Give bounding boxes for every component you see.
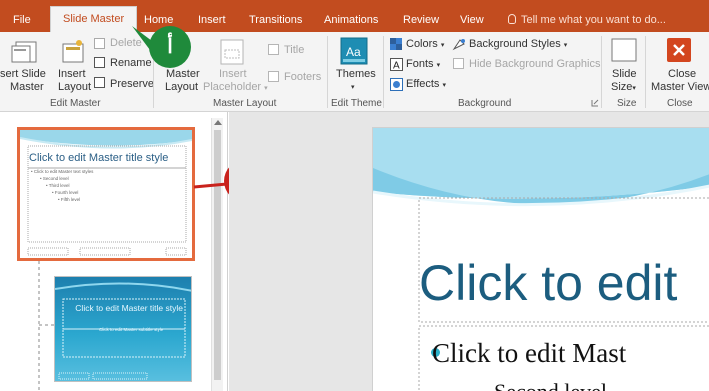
lightbulb-icon — [508, 14, 516, 24]
layout-thumbnail-subtitle: Click to edit Master subtitle style — [99, 327, 164, 332]
group-divider — [327, 36, 328, 108]
background-styles-icon — [452, 39, 465, 51]
close-master-view-icon — [667, 38, 691, 62]
group-divider — [645, 36, 646, 108]
thumbnail-text-line: • Fifth level — [58, 197, 81, 202]
background-styles-button[interactable]: Background Styles ▾ — [469, 38, 567, 52]
tab-file[interactable]: File — [13, 8, 31, 32]
delete-icon — [94, 38, 105, 49]
group-label-edit-master: Edit Master — [50, 98, 101, 109]
slide-size-icon — [611, 38, 637, 62]
tab-review[interactable]: Review — [403, 8, 439, 32]
colors-button[interactable]: Colors ▾ — [406, 38, 444, 52]
footers-checkbox-label: Footers — [284, 71, 322, 83]
tab-transitions[interactable]: Transitions — [249, 8, 302, 32]
title-checkbox[interactable] — [268, 44, 279, 55]
title-checkbox-label: Title — [284, 44, 305, 56]
themes-button[interactable]: Themes ▾ — [336, 68, 376, 94]
slide-title-placeholder[interactable]: Click to edit — [419, 254, 677, 312]
dialog-launcher-icon[interactable] — [591, 99, 599, 107]
themes-icon: Aa — [340, 37, 368, 65]
scroll-up-arrow-icon[interactable] — [214, 120, 222, 125]
layout-thumbnail-title: Click to edit Master title style — [75, 303, 183, 313]
svg-text:A: A — [393, 61, 400, 72]
slide-master-thumbnail[interactable]: Click to edit Master title style • Click… — [17, 127, 195, 261]
insert-placeholder-button[interactable]: Insert Placeholder ▾ — [203, 68, 268, 95]
thumbnail-text-line: • Third level — [46, 183, 70, 188]
close-master-view-button[interactable]: Close Master View — [651, 68, 709, 94]
slide-size-button[interactable]: Slide Size▾ — [611, 68, 636, 95]
scroll-thumb[interactable] — [214, 130, 221, 380]
insert-slide-master-button[interactable]: sert Slide Master — [0, 68, 46, 94]
hide-background-graphics-label: Hide Background Graphics — [469, 58, 601, 70]
svg-text:Aa: Aa — [346, 45, 361, 59]
thumbnail-title: Click to edit Master title style — [29, 152, 169, 164]
insert-layout-button[interactable]: Insert Layout — [58, 68, 91, 94]
effects-icon — [390, 78, 403, 91]
placeholder-outlines — [27, 145, 187, 256]
thumbnail-text-line: • Click to edit Master text styles — [31, 169, 94, 174]
thumbnail-text-line: • Second level — [40, 176, 69, 181]
tab-view[interactable]: View — [460, 8, 484, 32]
insert-layout-icon — [62, 40, 84, 63]
tab-insert[interactable]: Insert — [198, 8, 226, 32]
preserve-icon — [94, 77, 105, 88]
group-divider — [601, 36, 602, 108]
group-label-background: Background — [458, 98, 512, 109]
tell-me-text: Tell me what you want to do... — [521, 14, 666, 26]
slide-body-first-level[interactable]: Click to edit Mast — [432, 338, 626, 368]
rename-icon — [94, 57, 105, 68]
insert-slide-master-icon — [11, 41, 37, 63]
insert-placeholder-icon — [220, 39, 244, 65]
preserve-button[interactable]: Preserve — [110, 78, 154, 91]
thumbnail-text-line: • Fourth level — [52, 190, 79, 195]
group-divider — [383, 36, 384, 108]
group-label-edit-theme: Edit Theme — [331, 98, 382, 109]
footers-checkbox[interactable] — [268, 71, 279, 82]
slide-body-second-level[interactable]: Second level — [494, 380, 607, 391]
fonts-button[interactable]: Fonts ▾ — [406, 58, 440, 72]
tell-me-search[interactable]: Tell me what you want to do... — [508, 8, 666, 32]
title-layout-thumbnail[interactable]: Click to edit Master title style Click t… — [54, 276, 192, 382]
callout-badge-1: أ — [149, 26, 191, 68]
thumbnail-scrollbar[interactable] — [211, 118, 223, 391]
group-label-master-layout: Master Layout — [213, 98, 277, 109]
fonts-icon: A — [390, 58, 403, 71]
hide-background-graphics-checkbox[interactable] — [453, 58, 464, 69]
group-label-size: Size — [617, 98, 637, 109]
effects-button[interactable]: Effects ▾ — [406, 78, 446, 92]
tab-slide-master[interactable]: Slide Master — [50, 6, 138, 32]
tab-animations[interactable]: Animations — [324, 8, 378, 32]
colors-icon — [390, 38, 402, 50]
group-label-close: Close — [667, 98, 693, 109]
